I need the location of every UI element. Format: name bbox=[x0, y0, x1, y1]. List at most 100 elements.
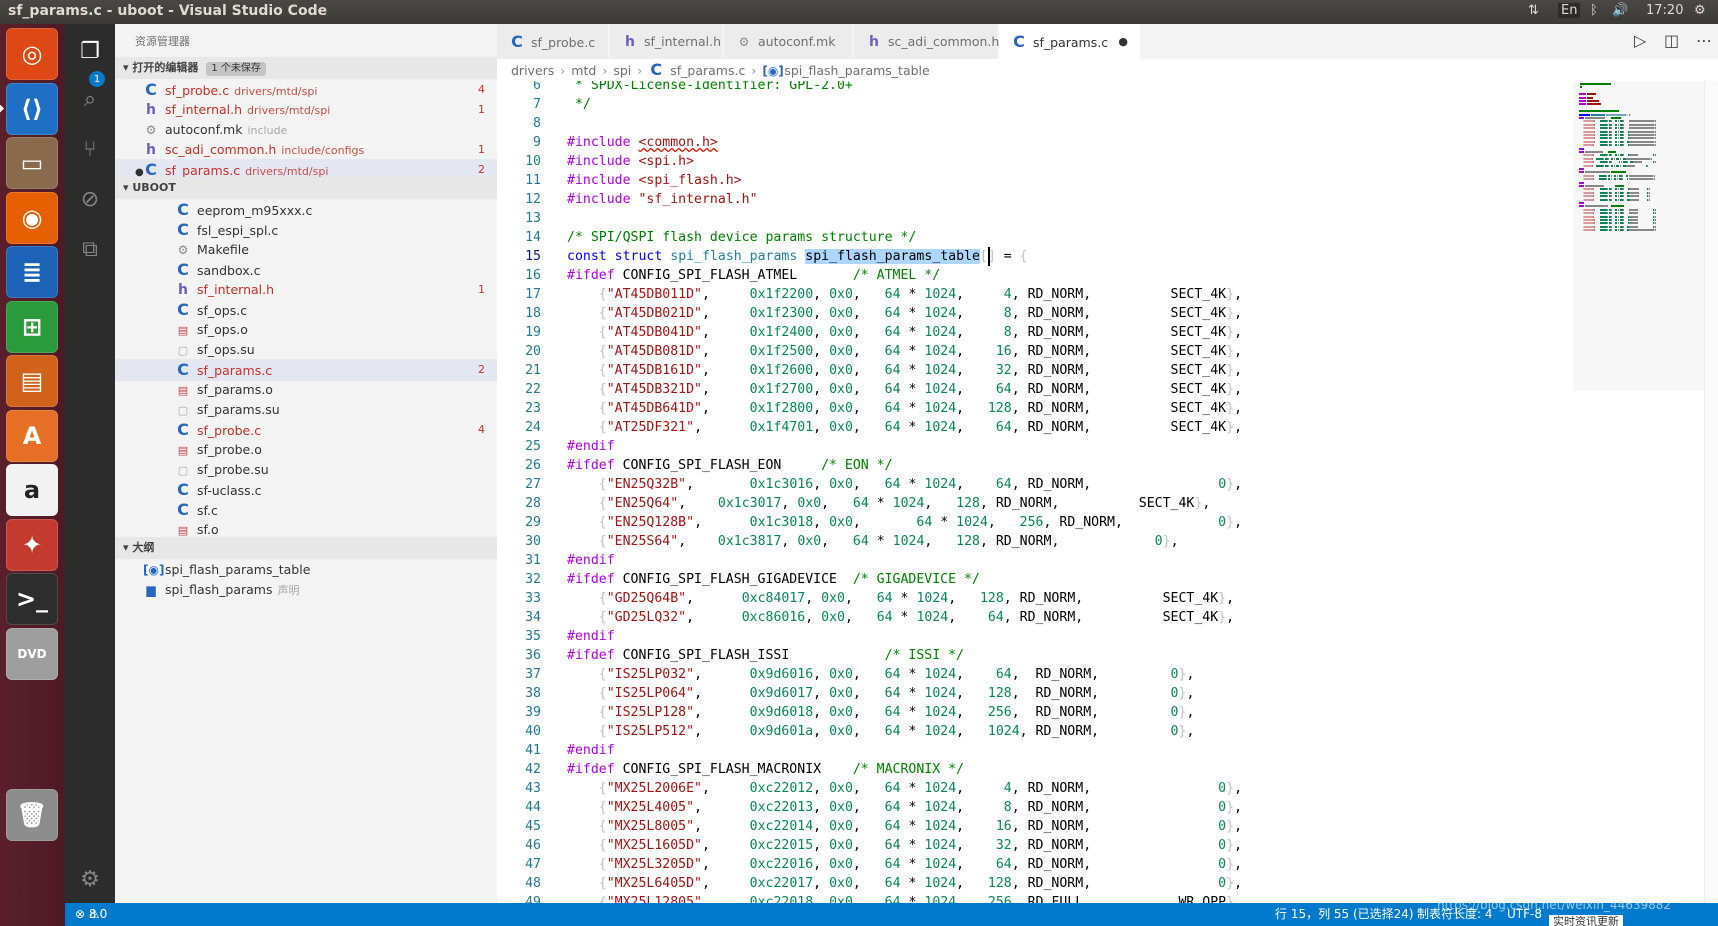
code-line[interactable]: #ifdef CONFIG_SPI_FLASH_GIGADEVICE /* GI… bbox=[567, 570, 980, 589]
code-line[interactable]: #include <spi_flash.h> bbox=[567, 171, 742, 190]
code-line[interactable]: {"AT45DB011D", 0x1f2200, 0x0, 64 * 1024,… bbox=[567, 285, 1242, 304]
code-line[interactable]: {"MX25L4005", 0xc22013, 0x0, 64 * 1024 , … bbox=[567, 798, 1242, 817]
extensions-icon[interactable]: ⧉ bbox=[75, 234, 105, 264]
tab-sf-probe-c[interactable]: Csf_probe.c bbox=[497, 24, 609, 59]
search-icon[interactable]: ⌕ bbox=[75, 84, 105, 114]
volume-icon[interactable]: 🔊 bbox=[1612, 3, 1628, 18]
code-line[interactable]: #include <common.h> bbox=[567, 133, 718, 152]
tab-sf-params-c[interactable]: Csf_params.c ● bbox=[999, 24, 1141, 59]
file-tree-item[interactable]: Csf-uclass.c bbox=[115, 479, 497, 501]
code-line[interactable]: {"AT45DB161D", 0x1f2600, 0x0, 64 * 1024,… bbox=[567, 361, 1242, 380]
file-tree-item[interactable]: ▤ sf_probe.o bbox=[115, 439, 497, 461]
code-line[interactable]: */ bbox=[567, 95, 591, 114]
trash-launcher-icon[interactable]: 🗑 bbox=[6, 789, 58, 841]
ubuntu-dash-icon[interactable]: ◎ bbox=[6, 28, 58, 80]
file-tree-item[interactable]: Csf.c bbox=[115, 499, 497, 521]
code-line[interactable]: /* SPI/QSPI flash device params structur… bbox=[567, 228, 916, 247]
code-line[interactable]: #ifdef CONFIG_SPI_FLASH_ATMEL /* ATMEL *… bbox=[567, 266, 940, 285]
outline-header[interactable]: ▾ 大纲 bbox=[115, 537, 497, 559]
breadcrumb-item[interactable]: drivers bbox=[511, 63, 554, 78]
writer-launcher-icon[interactable]: ≣ bbox=[6, 246, 58, 298]
code-line[interactable]: {"IS25LP032", 0x9d6016, 0x0, 64 * 1024 , … bbox=[567, 665, 1195, 684]
file-tree-item[interactable]: ▢ sf_probe.su bbox=[115, 459, 497, 481]
code-line[interactable]: {"EN25S64", 0x1c3817, 0x0, 64 * 1024, 12… bbox=[567, 532, 1179, 551]
news-popup[interactable]: 实时资讯更新 bbox=[1549, 915, 1623, 926]
file-tree-item[interactable]: Csandbox.c bbox=[115, 259, 497, 281]
open-editor-item[interactable]: h sf_internal.h drivers/mtd/spi 1 bbox=[115, 99, 497, 121]
code-line[interactable]: #include <spi.h> bbox=[567, 152, 694, 171]
code-line[interactable]: {"IS25LP064", 0x9d6017, 0x0, 64 * 1024 , … bbox=[567, 684, 1195, 703]
editor-scrollbar[interactable] bbox=[1704, 81, 1718, 903]
code-line[interactable]: #ifdef CONFIG_SPI_FLASH_MACRONIX /* MACR… bbox=[567, 760, 964, 779]
manage-gear-icon[interactable]: ⚙ bbox=[75, 864, 105, 894]
tab-sf-internal-h[interactable]: h sf_internal.h bbox=[610, 24, 723, 59]
code-line[interactable]: {"EN25Q128B", 0x1c3018, 0x0, 64 * 1024 , … bbox=[567, 513, 1242, 532]
file-tree-item[interactable]: h sf_internal.h 1 bbox=[115, 279, 497, 301]
code-line[interactable]: #include "sf_internal.h" bbox=[567, 190, 758, 209]
code-line[interactable]: {"GD25Q64B", 0xc84017, 0x0, 64 * 1024, 1… bbox=[567, 589, 1234, 608]
terminal-launcher-icon[interactable]: >_ bbox=[6, 573, 58, 625]
code-line[interactable]: {"AT45DB641D", 0x1f2800, 0x0, 64 * 1024,… bbox=[567, 399, 1242, 418]
open-editor-item[interactable]: h sc_adi_common.h include/configs 1 bbox=[115, 139, 497, 161]
code-line[interactable]: {"MX25L3205D", 0xc22016, 0x0, 64 * 1024,… bbox=[567, 855, 1242, 874]
code-line[interactable]: {"AT45DB081D", 0x1f2500, 0x0, 64 * 1024,… bbox=[567, 342, 1242, 361]
code-line[interactable]: #endif bbox=[567, 627, 615, 646]
file-tree-item[interactable]: Csf_probe.c 4 bbox=[115, 419, 497, 441]
code-line[interactable]: #endif bbox=[567, 741, 615, 760]
clock[interactable]: 17:20 bbox=[1646, 3, 1683, 18]
file-tree-item[interactable]: Csf_ops.c bbox=[115, 299, 497, 321]
file-tree-item[interactable]: ▤ sf_ops.o bbox=[115, 319, 497, 341]
debug-icon[interactable]: ⊘ bbox=[75, 184, 105, 214]
breadcrumb-item[interactable]: sf_params.c bbox=[670, 63, 745, 78]
calc-launcher-icon[interactable]: ⊞ bbox=[6, 300, 58, 353]
dvd-launcher-icon[interactable]: DVD bbox=[6, 627, 58, 680]
firefox-launcher-icon[interactable]: ◉ bbox=[6, 191, 58, 244]
code-line[interactable]: {"IS25LP512", 0x9d601a, 0x0, 64 * 1024, … bbox=[567, 722, 1195, 741]
open-editor-item[interactable]: Csf_probe.c drivers/mtd/spi 4 bbox=[115, 79, 497, 101]
code-line[interactable]: {"IS25LP128", 0x9d6018, 0x0, 64 * 1024 , … bbox=[567, 703, 1195, 722]
breadcrumb-item[interactable]: mtd bbox=[571, 63, 596, 78]
code-line[interactable]: {"AT45DB321D", 0x1f2700, 0x0, 64 * 1024,… bbox=[567, 380, 1242, 399]
cursor-position[interactable]: 行 15，列 55 (已选择24) bbox=[1275, 903, 1414, 926]
amazon-launcher-icon[interactable]: a bbox=[6, 464, 58, 516]
code-line[interactable]: #endif bbox=[567, 437, 615, 456]
file-tree-item[interactable]: ▤ sf_params.o bbox=[115, 379, 497, 401]
outline-item[interactable]: ▆ spi_flash_params 声明 bbox=[115, 579, 497, 601]
code-line[interactable]: {"MX25L1605D", 0xc22015, 0x0, 64 * 1024,… bbox=[567, 836, 1242, 855]
breadcrumb-item[interactable]: spi_flash_params_table bbox=[784, 63, 929, 78]
code-line[interactable]: {"MX25L6405D", 0xc22017, 0x0, 64 * 1024,… bbox=[567, 874, 1242, 893]
split-editor-icon[interactable]: ◫ bbox=[1664, 31, 1679, 50]
code-line[interactable]: #ifdef CONFIG_SPI_FLASH_ISSI /* ISSI */ bbox=[567, 646, 964, 665]
more-actions-icon[interactable]: ⋯ bbox=[1696, 31, 1712, 50]
outline-item[interactable]: [◉]spi_flash_params_table bbox=[115, 559, 497, 581]
open-editor-item[interactable]: ⚙ autoconf.mk include bbox=[115, 119, 497, 141]
file-tree-item[interactable]: Ceeprom_m95xxx.c bbox=[115, 199, 497, 221]
code-line[interactable]: {"AT45DB041D", 0x1f2400, 0x0, 64 * 1024,… bbox=[567, 323, 1242, 342]
problems-indicator[interactable]: ⊗ 8 ⚠ 0 bbox=[75, 903, 107, 926]
code-line[interactable]: #ifdef CONFIG_SPI_FLASH_EON /* EON */ bbox=[567, 456, 893, 475]
code-line[interactable]: {"AT25DF321", 0x1f4701, 0x0, 64 * 1024 , … bbox=[567, 418, 1242, 437]
input-method-indicator[interactable]: En bbox=[1558, 3, 1581, 18]
breadcrumb-item[interactable]: spi bbox=[613, 63, 631, 78]
vscode-launcher-icon[interactable]: ⟨⟩ bbox=[6, 82, 58, 135]
file-tree-item[interactable]: Csf_params.c 2 bbox=[115, 359, 497, 381]
explorer-icon[interactable]: ❐ bbox=[75, 36, 105, 66]
code-line[interactable]: {"MX25L8005", 0xc22014, 0x0, 64 * 1024 , … bbox=[567, 817, 1242, 836]
run-icon[interactable]: ▷ bbox=[1634, 31, 1646, 50]
system-gear-icon[interactable]: ⚙ bbox=[1694, 3, 1706, 18]
tab-sc-adi-common-h[interactable]: h sc_adi_common.h bbox=[854, 24, 999, 59]
source-control-icon[interactable]: ⑂ bbox=[75, 134, 105, 164]
unsaved-dot-icon[interactable]: ● bbox=[1118, 24, 1128, 59]
code-line[interactable]: {"EN25Q64", 0x1c3017, 0x0, 64 * 1024, 12… bbox=[567, 494, 1211, 513]
file-tree-item[interactable]: Cfsl_espi_spl.c bbox=[115, 219, 497, 241]
code-line[interactable]: {"GD25LQ32", 0xc86016, 0x0, 64 * 1024, 6… bbox=[567, 608, 1234, 627]
settings-launcher-icon[interactable]: ✦ bbox=[6, 518, 58, 571]
file-tree-item[interactable]: ▢ sf_ops.su bbox=[115, 339, 497, 361]
file-tree-item[interactable]: ▢ sf_params.su bbox=[115, 399, 497, 421]
impress-launcher-icon[interactable]: ▤ bbox=[6, 355, 58, 407]
code-editor[interactable]: 6 * SPDX-License-Identifier: GPL-2.0+ 7 *… bbox=[497, 81, 1573, 903]
uboot-folder-header[interactable]: ▾ UBOOT bbox=[115, 177, 497, 199]
files-launcher-icon[interactable]: ▭ bbox=[6, 137, 58, 189]
file-tree-item[interactable]: ⚙ Makefile bbox=[115, 239, 497, 261]
tab-autoconf-mk[interactable]: ⚙ autoconf.mk bbox=[724, 24, 853, 59]
